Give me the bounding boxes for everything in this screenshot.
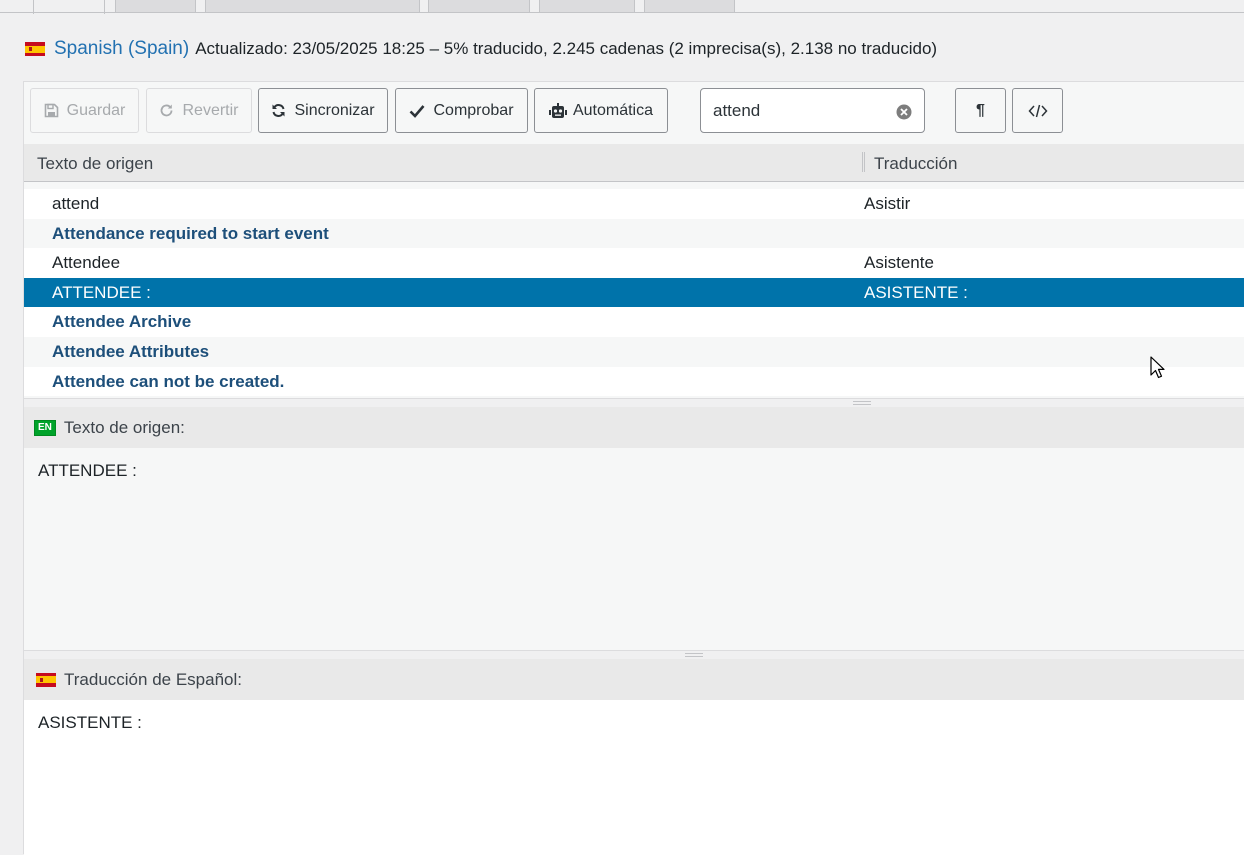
checkmark-icon (409, 104, 425, 118)
page-header: Spanish (Spain) Actualizado: 23/05/2025 … (25, 36, 937, 62)
column-source-header[interactable]: Texto de origen (37, 154, 153, 174)
row-source: Attendee (52, 253, 121, 273)
sync-icon (271, 103, 286, 118)
row-source: ATTENDEE : (52, 282, 151, 302)
column-resize-handle[interactable] (862, 152, 865, 172)
code-icon (1027, 104, 1048, 118)
list-item[interactable]: Attendee Archive (24, 307, 1244, 337)
grip-icon (685, 653, 703, 657)
revert-icon (159, 103, 174, 118)
spain-flag-icon (25, 42, 45, 56)
spain-flag-icon (36, 672, 56, 687)
list-item[interactable]: Attendee can not be created. (24, 366, 1244, 397)
translation-textarea[interactable]: ASISTENTE : (24, 700, 1244, 855)
revert-button[interactable]: Revertir (146, 88, 252, 133)
editor-toolbar: Guardar Revertir Sincronizar Comprobar A… (24, 82, 1244, 144)
list-resize-handle[interactable] (24, 398, 1244, 407)
row-source: Attendee Attributes (52, 341, 210, 361)
source-text: ATTENDEE : (24, 448, 1244, 650)
mouse-cursor-icon (1150, 356, 1166, 385)
tab-strip (0, 0, 1244, 14)
list-item[interactable]: attend Asistir (24, 189, 1244, 219)
list-item[interactable]: Attendance required to start event (24, 218, 1244, 249)
toggle-invisibles-button[interactable]: ¶ (955, 88, 1006, 133)
grip-icon (853, 401, 871, 405)
translation-status: Actualizado: 23/05/2025 18:25 – 5% tradu… (195, 39, 938, 58)
save-label: Guardar (66, 101, 126, 119)
revert-label: Revertir (182, 101, 239, 119)
row-translation: ASISTENTE : (864, 282, 968, 302)
toggle-code-view-button[interactable] (1012, 88, 1063, 133)
search-box (700, 88, 925, 133)
clear-search-icon[interactable] (896, 104, 912, 120)
check-button[interactable]: Comprobar (395, 88, 528, 133)
list-item[interactable]: Attendee Attributes (24, 336, 1244, 367)
translation-pane-header: Traducción de Español: (24, 659, 1244, 700)
translation-editor: Guardar Revertir Sincronizar Comprobar A… (23, 81, 1244, 855)
row-translation: Asistir (864, 194, 911, 213)
search-input[interactable] (713, 99, 893, 123)
source-pane-header: EN Texto de origen: (24, 407, 1244, 448)
sync-label: Sincronizar (294, 101, 375, 119)
row-source: Attendee can not be created. (52, 371, 285, 391)
row-source: Attendance required to start event (52, 223, 329, 243)
row-translation: Asistente (864, 253, 934, 273)
column-translation-header[interactable]: Traducción (874, 154, 957, 174)
save-button[interactable]: Guardar (30, 88, 139, 133)
source-pane-title: Texto de origen: (63, 417, 185, 437)
robot-icon (548, 102, 567, 119)
row-source: attend (52, 194, 100, 213)
strings-list-header: Texto de origen Traducción (24, 144, 1244, 182)
pilcrow-icon: ¶ (976, 101, 985, 119)
translation-pane-title: Traducción de Español: (64, 669, 242, 689)
auto-translate-label: Automática (572, 101, 654, 119)
check-label: Comprobar (433, 101, 514, 119)
sync-button[interactable]: Sincronizar (258, 88, 388, 133)
language-link[interactable]: Spanish (Spain) (54, 38, 189, 60)
en-language-badge: EN (34, 419, 56, 436)
list-item[interactable]: Attendee Asistente (24, 248, 1244, 278)
tab-strip-border (0, 12, 1244, 13)
list-item-selected[interactable]: ATTENDEE : ASISTENTE : (24, 277, 1244, 308)
auto-translate-button[interactable]: Automática (534, 88, 668, 133)
row-source: Attendee Archive (52, 312, 192, 332)
pane-resize-handle[interactable] (24, 650, 1244, 659)
floppy-disk-icon (44, 103, 59, 118)
strings-list: attend Asistir Attendance required to st… (24, 189, 1244, 397)
